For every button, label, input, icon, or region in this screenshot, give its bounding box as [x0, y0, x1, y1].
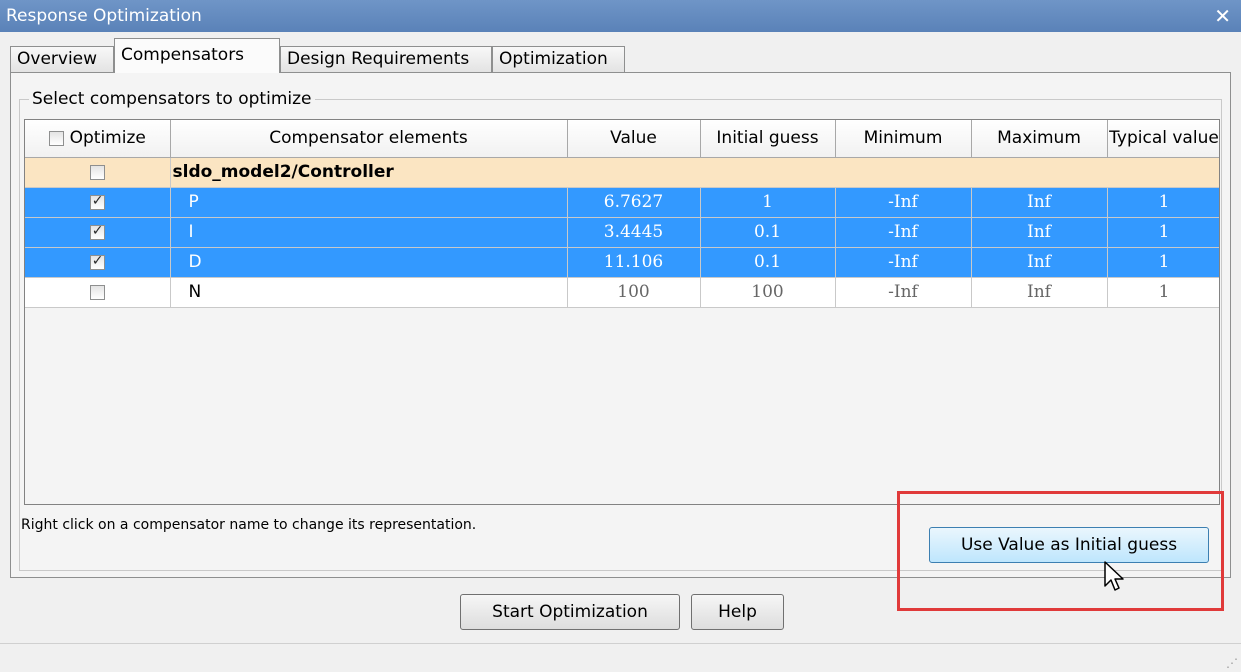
start-optimization-button[interactable]: Start Optimization — [460, 594, 680, 630]
checkbox-icon[interactable] — [48, 130, 64, 146]
checkbox-icon[interactable] — [89, 284, 105, 300]
optimize-cell[interactable] — [25, 247, 171, 278]
tab-optimization[interactable]: Optimization — [492, 46, 625, 73]
column-header-minimum[interactable]: Minimum — [835, 120, 972, 158]
status-bar: ⋰ — [0, 643, 1241, 672]
resize-grip-icon[interactable]: ⋰ — [1226, 657, 1238, 669]
annotation-highlight-box — [897, 491, 1224, 611]
close-icon[interactable]: ✕ — [1214, 0, 1231, 32]
initial-guess-cell[interactable]: 0.1 — [700, 247, 836, 278]
element-name-cell[interactable]: N — [170, 277, 568, 308]
minimum-cell[interactable]: -Inf — [835, 247, 972, 278]
value-cell[interactable]: 3.4445 — [567, 217, 701, 248]
group-title: Select compensators to optimize — [29, 89, 315, 109]
compensator-table: Optimize Compensator elements Value Init… — [24, 119, 1220, 505]
optimize-cell[interactable] — [25, 187, 171, 218]
tab-compensators[interactable]: Compensators — [114, 38, 280, 73]
value-cell[interactable]: 100 — [567, 277, 701, 308]
tab-design-requirements[interactable]: Design Requirements — [280, 46, 492, 73]
checkbox-icon[interactable] — [89, 164, 105, 180]
column-header-initial-guess[interactable]: Initial guess — [700, 120, 836, 158]
optimize-cell[interactable] — [25, 277, 171, 308]
initial-guess-cell[interactable]: 0.1 — [700, 217, 836, 248]
column-header-value[interactable]: Value — [567, 120, 701, 158]
checkbox-icon[interactable] — [89, 253, 105, 270]
mouse-cursor-icon — [1104, 561, 1124, 591]
typical-value-cell[interactable]: 1 — [1107, 247, 1219, 278]
representation-hint: Right click on a compensator name to cha… — [21, 517, 477, 533]
column-header-elements[interactable]: Compensator elements — [170, 120, 568, 158]
maximum-cell[interactable]: Inf — [971, 247, 1108, 278]
optimize-cell[interactable] — [25, 157, 171, 188]
table-row[interactable]: P 6.7627 1 -Inf Inf 1 — [25, 187, 1219, 218]
maximum-cell[interactable]: Inf — [971, 217, 1108, 248]
element-name-cell[interactable]: D — [170, 247, 568, 278]
checkbox-icon[interactable] — [89, 223, 105, 240]
table-row[interactable]: I 3.4445 0.1 -Inf Inf 1 — [25, 217, 1219, 248]
value-cell[interactable]: 6.7627 — [567, 187, 701, 218]
table-row[interactable]: N 100 100 -Inf Inf 1 — [25, 277, 1219, 308]
initial-guess-cell[interactable]: 1 — [700, 187, 836, 218]
typical-value-cell[interactable]: 1 — [1107, 187, 1219, 218]
typical-value-cell[interactable]: 1 — [1107, 217, 1219, 248]
window-titlebar: Response Optimization ✕ — [0, 0, 1241, 32]
initial-guess-cell[interactable]: 100 — [700, 277, 836, 308]
column-header-optimize[interactable]: Optimize — [25, 120, 171, 158]
minimum-cell[interactable]: -Inf — [835, 217, 972, 248]
table-row-group[interactable]: sldo_model2/Controller — [25, 157, 1219, 188]
element-name-cell[interactable]: I — [170, 217, 568, 248]
checkbox-icon[interactable] — [89, 193, 105, 210]
column-header-typical-value[interactable]: Typical value — [1107, 120, 1219, 158]
minimum-cell[interactable]: -Inf — [835, 277, 972, 308]
table-header-row: Optimize Compensator elements Value Init… — [25, 120, 1219, 158]
minimum-cell[interactable]: -Inf — [835, 187, 972, 218]
typical-value-cell[interactable]: 1 — [1107, 277, 1219, 308]
maximum-cell[interactable]: Inf — [971, 277, 1108, 308]
column-header-maximum[interactable]: Maximum — [971, 120, 1108, 158]
header-optimize-label: Optimize — [69, 128, 146, 149]
tab-overview[interactable]: Overview — [10, 46, 114, 73]
maximum-cell[interactable]: Inf — [971, 187, 1108, 218]
window-title: Response Optimization — [6, 6, 202, 26]
element-name-cell[interactable]: P — [170, 187, 568, 218]
group-name-cell[interactable]: sldo_model2/Controller — [170, 157, 1219, 188]
optimize-cell[interactable] — [25, 217, 171, 248]
table-row[interactable]: D 11.106 0.1 -Inf Inf 1 — [25, 247, 1219, 278]
value-cell[interactable]: 11.106 — [567, 247, 701, 278]
help-button[interactable]: Help — [691, 594, 784, 630]
